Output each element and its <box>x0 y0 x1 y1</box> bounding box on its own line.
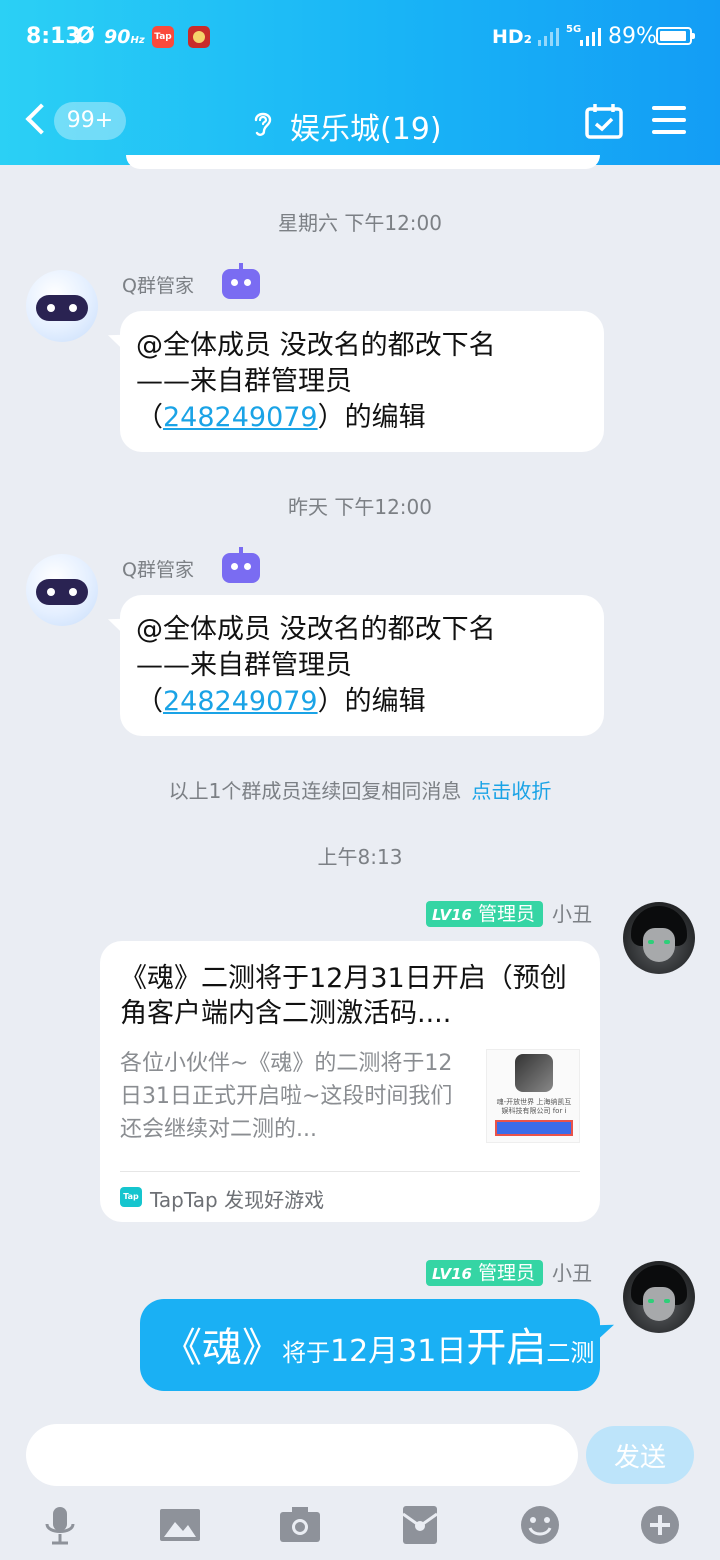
camera-icon[interactable] <box>279 1504 321 1546</box>
link-card[interactable]: 《魂》二测将于12月31日开启（预创角客户端内含二测激活码.... 各位小伙伴~… <box>100 941 600 1222</box>
message-bubble[interactable]: @全体成员 没改名的都改下名 ——来自群管理员 （248249079）的编辑 <box>120 595 604 736</box>
collapse-link[interactable]: 点击收折 <box>471 779 551 803</box>
chat-title: 娱乐城(19) <box>290 112 442 147</box>
red-packet-icon[interactable] <box>399 1504 441 1546</box>
battery-percent: 89% <box>608 24 657 49</box>
unread-badge: 99+ <box>54 102 126 140</box>
menu-icon[interactable] <box>652 104 686 136</box>
sender-info: LV16 管理员 小丑 <box>426 1260 596 1288</box>
emoji-icon[interactable] <box>519 1504 561 1546</box>
message-line: （248249079）的编辑 <box>136 686 426 717</box>
card-source: TapTap 发现好游戏 <box>150 1188 325 1212</box>
admin-level-tag: LV16 管理员 <box>426 901 543 927</box>
signal-icon <box>536 26 559 46</box>
back-button[interactable]: 99+ <box>22 98 132 144</box>
5g-indicator: 5G <box>566 24 582 35</box>
bot-avatar[interactable] <box>26 554 98 626</box>
status-bar: 8:13 Ø 90Hz Tap HD₂ 5G 89% <box>0 0 720 76</box>
sender-info: LV16 管理员 小丑 <box>426 901 596 929</box>
message-line: @全体成员 没改名的都改下名 <box>136 330 496 361</box>
bot-avatar[interactable] <box>26 270 98 342</box>
send-button[interactable]: 发送 <box>586 1426 694 1484</box>
timestamp: 上午8:13 <box>317 845 403 869</box>
plus-icon[interactable] <box>639 1504 681 1546</box>
message-line: ——来自群管理员 <box>136 366 352 397</box>
message-bubble[interactable]: @全体成员 没改名的都改下名 ——来自群管理员 （248249079）的编辑 <box>120 311 604 452</box>
sender-nickname: 小丑 <box>552 1261 592 1285</box>
alarm-off-icon: Ø <box>76 24 95 49</box>
microphone-icon[interactable] <box>39 1504 81 1546</box>
previous-message-bubble <box>126 155 600 169</box>
battery-icon <box>656 27 695 45</box>
image-icon[interactable] <box>159 1504 201 1546</box>
repeat-message-hint: 以上1个群成员连续回复相同消息 点击收折 <box>168 779 552 803</box>
robot-badge-icon <box>222 263 260 299</box>
user-avatar[interactable] <box>623 1261 695 1333</box>
card-description: 各位小伙伴~《魂》的二测将于12日31日正式开启啦~这段时间我们还会继续对二测的… <box>120 1051 453 1142</box>
admin-level-tag: LV16 管理员 <box>426 1260 543 1286</box>
sender-nickname: 小丑 <box>552 902 592 926</box>
styled-message-text: 《魂》将于12月31日开启二测 <box>162 1325 595 1371</box>
card-thumbnail: 魂-开放世界 上海纳凯互娱科技有限公司 for i <box>486 1049 580 1143</box>
status-time: 8:13 <box>26 24 81 49</box>
chat-header: 8:13 Ø 90Hz Tap HD₂ 5G 89% 99+ 娱乐城(19) <box>0 0 720 165</box>
sender-name: Q群管家 <box>122 559 194 581</box>
app-notification-icon <box>188 26 210 48</box>
user-avatar[interactable] <box>623 902 695 974</box>
refresh-rate: 90Hz <box>104 26 145 48</box>
styled-message-bubble[interactable]: 《魂》将于12月31日开启二测 <box>140 1299 600 1391</box>
qq-number-link[interactable]: 248249079 <box>163 686 318 717</box>
game-logo-icon <box>515 1054 553 1092</box>
calendar-check-icon[interactable] <box>584 102 624 140</box>
taptap-notification-icon: Tap <box>152 26 174 48</box>
ear-icon <box>254 112 272 136</box>
taptap-icon: Tap <box>120 1187 142 1207</box>
qq-number-link[interactable]: 248249079 <box>163 402 318 433</box>
timestamp: 星期六 下午12:00 <box>278 211 442 235</box>
sender-name: Q群管家 <box>122 275 194 297</box>
message-list[interactable]: 星期六 下午12:00 Q群管家 @全体成员 没改名的都改下名 ——来自群管理员… <box>0 155 720 1420</box>
title-bar: 99+ 娱乐城(19) <box>0 76 720 165</box>
message-line: ——来自群管理员 <box>136 650 352 681</box>
input-bar: 发送 <box>0 1420 720 1560</box>
signal-5g-icon <box>580 26 602 46</box>
card-title: 《魂》二测将于12月31日开启（预创角客户端内含二测激活码.... <box>120 963 567 1029</box>
message-line: （248249079）的编辑 <box>136 402 426 433</box>
timestamp: 昨天 下午12:00 <box>288 495 432 519</box>
back-chevron-icon <box>25 103 57 135</box>
hd-voice-indicator: HD₂ <box>492 26 532 48</box>
message-line: @全体成员 没改名的都改下名 <box>136 614 496 645</box>
message-input[interactable] <box>26 1424 578 1486</box>
robot-badge-icon <box>222 547 260 583</box>
